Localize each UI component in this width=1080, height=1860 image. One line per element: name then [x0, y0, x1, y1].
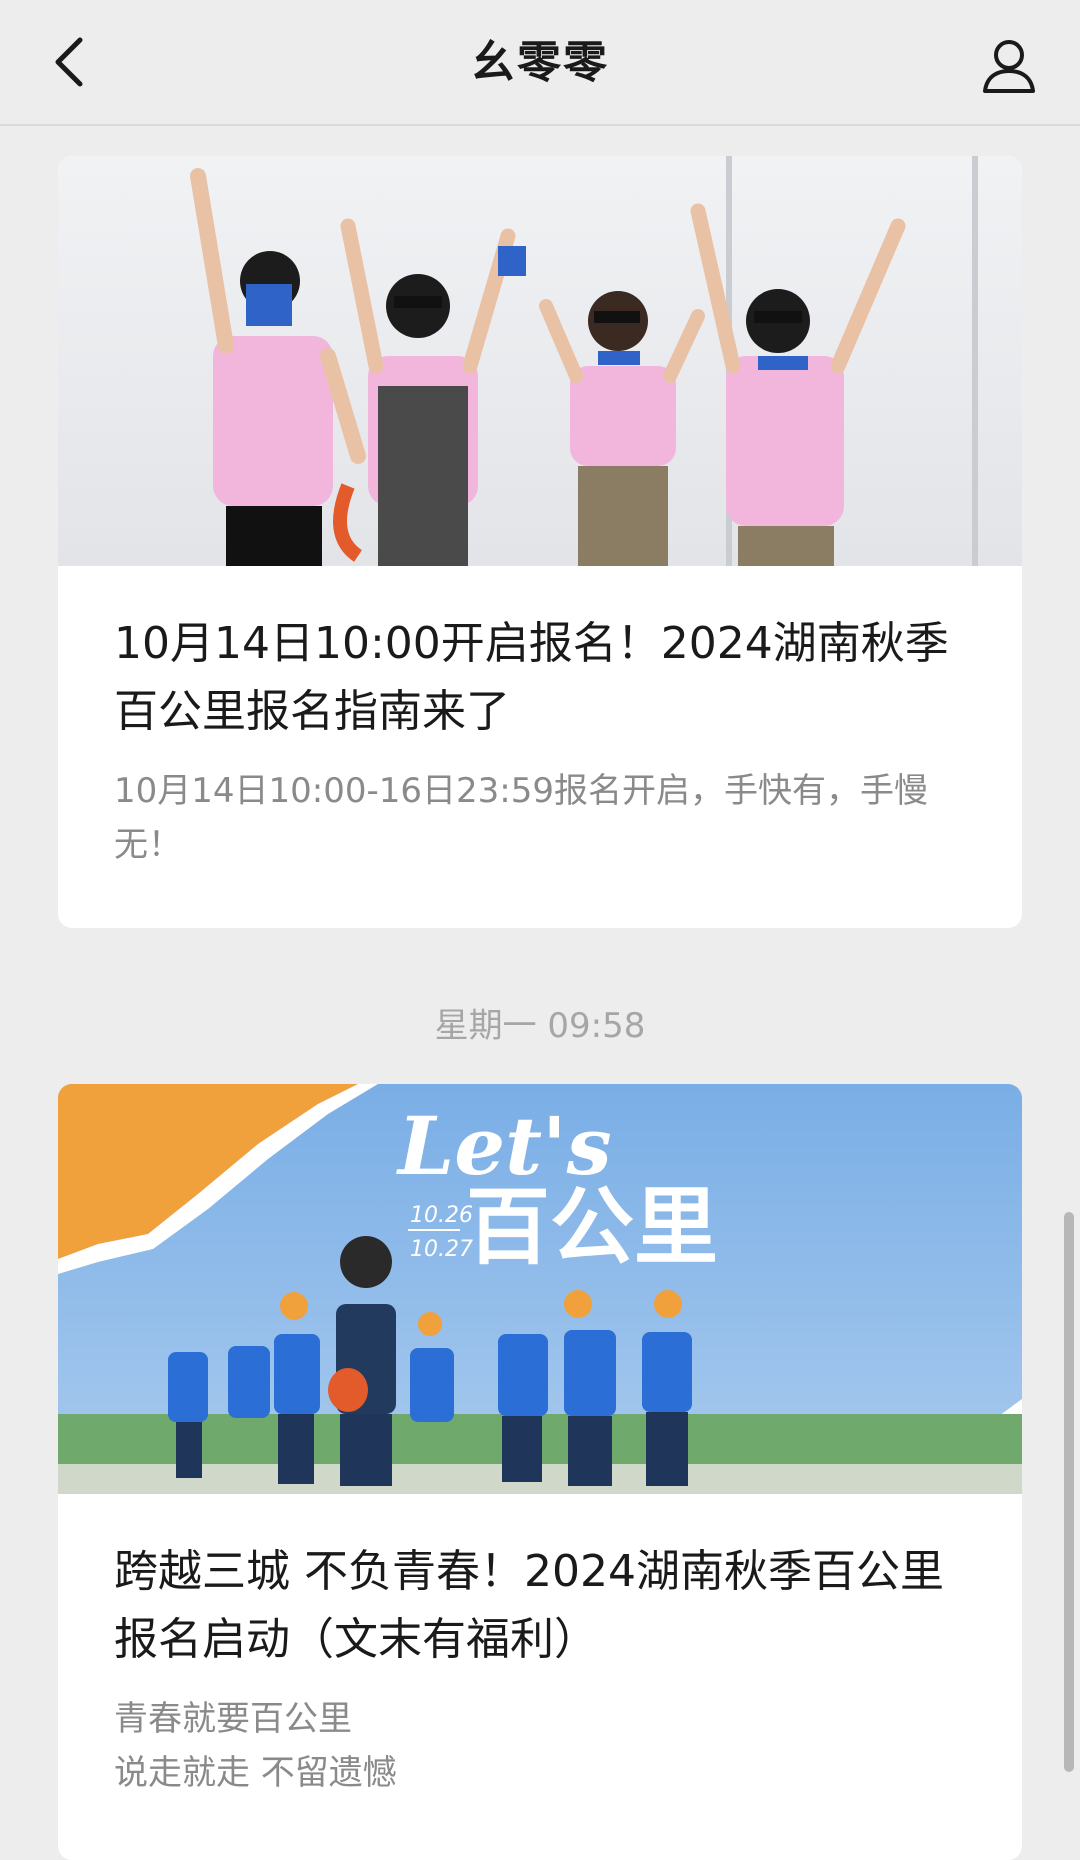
- article-card[interactable]: Let's 百公里 10.26 10.27 跨越三城 不负青春！2024湖南秋季…: [58, 1084, 1022, 1860]
- page-title: 幺零零: [471, 37, 609, 88]
- person-icon: [983, 40, 1035, 93]
- cover-date-1: 10.26: [410, 1203, 473, 1228]
- article-description: 青春就要百公里 说走就走 不留遗憾: [114, 1699, 397, 1793]
- article-cover-image: Let's 百公里 10.26 10.27: [58, 1084, 1022, 1494]
- top-bar: 幺零零: [0, 0, 1080, 126]
- article-card[interactable]: 10月14日10:00开启报名！2024湖南秋季百公里报名指南来了 10月14日…: [58, 156, 1022, 928]
- article-title: 10月14日10:00开启报名！2024湖南秋季百公里报名指南来了: [114, 618, 949, 737]
- article-title: 跨越三城 不负青春！2024湖南秋季百公里报名启动（文末有福利）: [114, 1546, 944, 1665]
- article-description: 10月14日10:00-16日23:59报名开启，手快有，手慢无！: [114, 771, 929, 865]
- profile-button[interactable]: [974, 30, 1044, 100]
- cover-date-2: 10.27: [410, 1237, 473, 1262]
- cover-subheading: 百公里: [466, 1178, 718, 1276]
- message-timestamp: 星期一 09:58: [434, 1006, 646, 1046]
- article-cover-image: [58, 156, 1022, 566]
- scrollbar[interactable]: [1064, 1212, 1074, 1772]
